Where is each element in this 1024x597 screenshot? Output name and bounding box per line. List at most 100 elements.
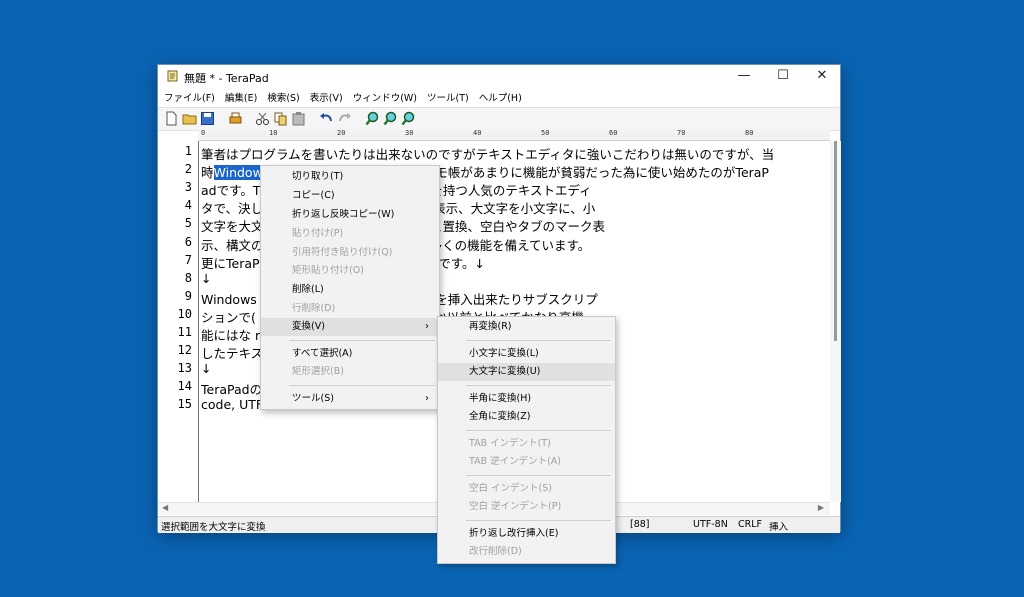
ruler-label: 80 bbox=[745, 129, 754, 137]
submenu-arrow-icon: › bbox=[425, 321, 429, 332]
new-file-icon[interactable] bbox=[164, 111, 179, 126]
ruler-label: 20 bbox=[337, 129, 346, 137]
menu-item-label: 空白 インデント(S) bbox=[469, 483, 552, 494]
find-next-icon[interactable] bbox=[383, 111, 398, 126]
context-menu-item[interactable]: 削除(L) bbox=[261, 281, 439, 299]
window-title: 無題 * - TeraPad bbox=[184, 72, 269, 85]
context-menu-item[interactable]: 折り返し反映コピー(W) bbox=[261, 206, 439, 224]
title-bar[interactable]: 無題 * - TeraPad — ☐ ✕ bbox=[158, 65, 840, 87]
menu-tools[interactable]: ツール(T) bbox=[422, 90, 474, 104]
menu-item-label: TAB インデント(T) bbox=[469, 438, 551, 449]
context-menu-item[interactable]: すべて選択(A) bbox=[261, 345, 439, 363]
submenu-item[interactable]: 大文字に変換(U) bbox=[438, 363, 615, 381]
line-text: 筆者はプログラムを書いたりは出来ないのですがテキストエディタに強いこだわりは無い… bbox=[201, 147, 775, 162]
line-number: 7 bbox=[184, 252, 192, 267]
char-count: [88] bbox=[630, 519, 650, 530]
line-text: ↓ bbox=[201, 361, 212, 377]
cut-icon[interactable] bbox=[255, 111, 270, 126]
menu-item-label: 切り取り(T) bbox=[292, 171, 344, 182]
redo-icon[interactable] bbox=[337, 111, 352, 126]
submenu-item[interactable]: 全角に変換(Z) bbox=[438, 408, 615, 426]
convert-submenu: 再変換(R) 小文字に変換(L) 大文字に変換(U) 半角に変換(H) 全角に変換(Z)… bbox=[437, 316, 616, 564]
menu-item-label: 矩形選択(B) bbox=[292, 366, 344, 377]
vertical-scrollbar[interactable] bbox=[830, 141, 841, 502]
line-number: 15 bbox=[177, 397, 192, 412]
context-menu-item: 貼り付け(P) bbox=[261, 225, 439, 243]
menu-separator bbox=[466, 475, 611, 476]
context-menu-item[interactable]: 変換(V) › bbox=[261, 318, 439, 336]
menu-item-label: 空白 逆インデント(P) bbox=[469, 501, 562, 512]
context-menu-item[interactable]: コピー(C) bbox=[261, 187, 439, 205]
ruler-label: 30 bbox=[405, 129, 414, 137]
ruler-label: 10 bbox=[269, 129, 278, 137]
menu-separator bbox=[466, 340, 611, 341]
submenu-arrow-icon: › bbox=[425, 393, 429, 404]
scroll-left-icon[interactable]: ◀ bbox=[162, 503, 168, 512]
menu-item-label: コピー(C) bbox=[292, 190, 335, 201]
menu-edit[interactable]: 編集(E) bbox=[220, 90, 262, 104]
submenu-item: 空白 逆インデント(P) bbox=[438, 498, 615, 516]
menu-window[interactable]: ウィンドウ(W) bbox=[348, 90, 422, 104]
ruler-label: 60 bbox=[609, 129, 618, 137]
close-button[interactable]: ✕ bbox=[803, 65, 841, 87]
print-icon[interactable] bbox=[228, 111, 243, 126]
minimize-button[interactable]: — bbox=[725, 65, 763, 87]
paste-icon[interactable] bbox=[291, 111, 306, 126]
scroll-thumb[interactable] bbox=[834, 141, 837, 341]
terapad-app-icon bbox=[167, 70, 178, 82]
line-text: TeraPadの bbox=[201, 382, 263, 398]
line-number: 3 bbox=[184, 180, 192, 195]
line-number: 14 bbox=[177, 379, 192, 394]
line-number: 5 bbox=[184, 216, 192, 231]
menu-file[interactable]: ファイル(F) bbox=[158, 90, 220, 104]
ruler-label: 40 bbox=[473, 129, 482, 137]
menu-help[interactable]: ヘルプ(H) bbox=[474, 90, 527, 104]
line-text: ションで( bbox=[201, 309, 256, 325]
context-menu-item[interactable]: 切り取り(T) bbox=[261, 168, 439, 186]
menu-search[interactable]: 検索(S) bbox=[262, 90, 304, 104]
line-number-gutter: 1 2 3 4 5 6 7 8 9 10 11 12 13 14 15 bbox=[158, 141, 199, 502]
copy-icon[interactable] bbox=[273, 111, 288, 126]
menu-separator bbox=[466, 385, 611, 386]
menu-item-label: 行削除(D) bbox=[292, 303, 336, 314]
menu-view[interactable]: 表示(V) bbox=[305, 90, 348, 104]
submenu-item[interactable]: 再変換(R) bbox=[438, 318, 615, 336]
context-menu-item[interactable]: ツール(S) › bbox=[261, 390, 439, 408]
line-text: 更にTeraP bbox=[201, 255, 260, 271]
menu-item-label: 大文字に変換(U) bbox=[469, 366, 541, 377]
scroll-right-icon[interactable]: ▶ bbox=[818, 503, 824, 512]
menu-item-label: 再変換(R) bbox=[469, 321, 512, 332]
line-text: ↓ bbox=[201, 270, 212, 286]
line-number: 12 bbox=[177, 343, 192, 358]
insert-mode-indicator: 挿入 bbox=[769, 522, 789, 533]
save-icon[interactable] bbox=[200, 111, 215, 126]
maximize-button[interactable]: ☐ bbox=[764, 65, 802, 87]
submenu-item[interactable]: 半角に変換(H) bbox=[438, 390, 615, 408]
ruler-label: 0 bbox=[201, 129, 206, 137]
ruler-label: 70 bbox=[677, 129, 686, 137]
line-text: 示、構文の bbox=[201, 237, 264, 253]
line-number: 11 bbox=[177, 325, 192, 339]
menu-separator bbox=[289, 340, 435, 341]
text-line[interactable]: 筆者はプログラムを書いたりは出来ないのですがテキストエディタに強いこだわりは無い… bbox=[201, 144, 826, 163]
menu-item-label: 折り返し反映コピー(W) bbox=[292, 209, 395, 220]
line-number: 6 bbox=[184, 234, 192, 249]
context-menu-item: 行削除(D) bbox=[261, 300, 439, 318]
menu-separator bbox=[289, 385, 435, 386]
submenu-item: TAB 逆インデント(A) bbox=[438, 453, 615, 471]
undo-icon[interactable] bbox=[319, 111, 334, 126]
line-number: 13 bbox=[177, 361, 192, 376]
line-text: 能にはな bbox=[201, 328, 252, 343]
submenu-item[interactable]: 小文字に変換(L) bbox=[438, 345, 615, 363]
submenu-item[interactable]: 折り返し改行挿入(E) bbox=[438, 525, 615, 543]
find-prev-icon[interactable] bbox=[401, 111, 416, 126]
line-text: adです。T bbox=[201, 183, 261, 199]
line-text: したテキス bbox=[201, 346, 264, 362]
find-icon[interactable] bbox=[365, 111, 380, 126]
menu-bar: ファイル(F) 編集(E) 検索(S) 表示(V) ウィンドウ(W) ツール(T… bbox=[158, 88, 840, 106]
context-menu-item: 矩形貼り付け(O) bbox=[261, 262, 439, 280]
menu-item-label: ツール(S) bbox=[292, 393, 334, 404]
line-text: code, UTF bbox=[201, 397, 264, 413]
line-number: 9 bbox=[184, 288, 192, 303]
open-folder-icon[interactable] bbox=[182, 111, 197, 126]
